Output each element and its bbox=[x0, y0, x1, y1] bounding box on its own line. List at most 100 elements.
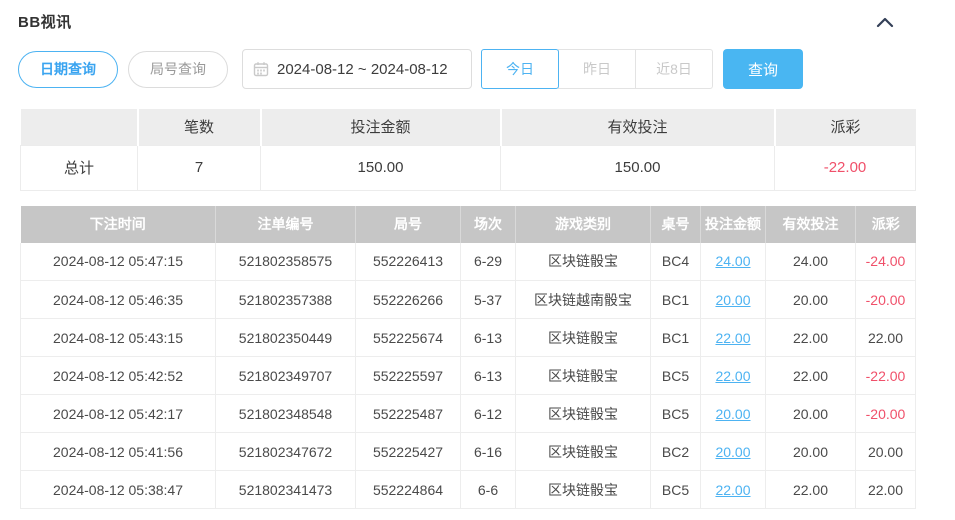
cell-table-id: BC5 bbox=[651, 357, 701, 395]
header-valid-bet: 有效投注 bbox=[766, 206, 856, 243]
cell-round-id: 552226266 bbox=[356, 281, 461, 319]
cell-order-id: 521802348548 bbox=[216, 395, 356, 433]
summary-table: 笔数 投注金额 有效投注 派彩 总计 7 150.00 150.00 -22.0… bbox=[20, 109, 916, 191]
bet-amount-link[interactable]: 20.00 bbox=[715, 444, 750, 460]
table-row: 2024-08-12 05:46:35521802357388552226266… bbox=[21, 281, 916, 319]
cell-round-id: 552225674 bbox=[356, 319, 461, 357]
cell-valid-bet: 22.00 bbox=[766, 319, 856, 357]
cell-bet-amount: 20.00 bbox=[701, 281, 766, 319]
cell-game-type: 区块链骰宝 bbox=[516, 243, 651, 281]
cell-valid-bet: 20.00 bbox=[766, 395, 856, 433]
cell-bet-amount: 22.00 bbox=[701, 319, 766, 357]
table-row: 2024-08-12 05:43:15521802350449552225674… bbox=[21, 319, 916, 357]
table-row: 2024-08-12 05:38:47521802341473552224864… bbox=[21, 471, 916, 509]
date-query-tab[interactable]: 日期查询 bbox=[18, 51, 118, 88]
cell-table-id: BC4 bbox=[651, 243, 701, 281]
search-button[interactable]: 查询 bbox=[723, 49, 803, 89]
cell-bet-amount: 20.00 bbox=[701, 433, 766, 471]
bet-records-table: 下注时间 注单编号 局号 场次 游戏类别 桌号 投注金额 有效投注 派彩 202… bbox=[20, 206, 916, 510]
summary-total-label: 总计 bbox=[21, 145, 138, 190]
cell-round-id: 552225427 bbox=[356, 433, 461, 471]
table-row: 2024-08-12 05:47:15521802358575552226413… bbox=[21, 243, 916, 281]
bet-amount-link[interactable]: 22.00 bbox=[715, 368, 750, 384]
summary-header-valid-bet: 有效投注 bbox=[501, 109, 775, 145]
cell-valid-bet: 22.00 bbox=[766, 357, 856, 395]
header-round-id: 局号 bbox=[356, 206, 461, 243]
cell-table-id: BC5 bbox=[651, 395, 701, 433]
cell-table-id: BC5 bbox=[651, 471, 701, 509]
filter-toolbar: 日期查询 局号查询 2024-08-12 ~ 2024-08-12 今日 bbox=[0, 38, 955, 90]
table-row: 2024-08-12 05:42:17521802348548552225487… bbox=[21, 395, 916, 433]
cell-game-type: 区块链骰宝 bbox=[516, 395, 651, 433]
cell-bet-time: 2024-08-12 05:42:52 bbox=[21, 357, 216, 395]
cell-payout: -24.00 bbox=[856, 243, 916, 281]
cell-order-id: 521802358575 bbox=[216, 243, 356, 281]
cell-game-type: 区块链骰宝 bbox=[516, 471, 651, 509]
calendar-icon bbox=[253, 61, 269, 77]
bet-amount-link[interactable]: 22.00 bbox=[715, 482, 750, 498]
cell-payout: 20.00 bbox=[856, 433, 916, 471]
cell-payout: -22.00 bbox=[856, 357, 916, 395]
header-session: 场次 bbox=[461, 206, 516, 243]
header-table-id: 桌号 bbox=[651, 206, 701, 243]
bet-records-body: 2024-08-12 05:47:15521802358575552226413… bbox=[21, 243, 916, 509]
summary-total-valid-bet: 150.00 bbox=[501, 145, 775, 190]
cell-round-id: 552226413 bbox=[356, 243, 461, 281]
summary-header-payout: 派彩 bbox=[775, 109, 916, 145]
cell-session: 6-13 bbox=[461, 357, 516, 395]
cell-bet-amount: 22.00 bbox=[701, 357, 766, 395]
cell-order-id: 521802341473 bbox=[216, 471, 356, 509]
cell-order-id: 521802347672 bbox=[216, 433, 356, 471]
cell-round-id: 552224864 bbox=[356, 471, 461, 509]
bet-amount-link[interactable]: 22.00 bbox=[715, 330, 750, 346]
summary-total-count: 7 bbox=[138, 145, 261, 190]
cell-payout: -20.00 bbox=[856, 395, 916, 433]
cell-valid-bet: 20.00 bbox=[766, 433, 856, 471]
date-range-input[interactable]: 2024-08-12 ~ 2024-08-12 bbox=[242, 49, 472, 89]
round-query-tab[interactable]: 局号查询 bbox=[128, 51, 228, 88]
bet-amount-link[interactable]: 20.00 bbox=[715, 292, 750, 308]
cell-bet-time: 2024-08-12 05:43:15 bbox=[21, 319, 216, 357]
cell-bet-amount: 24.00 bbox=[701, 243, 766, 281]
cell-session: 6-29 bbox=[461, 243, 516, 281]
summary-total-payout: -22.00 bbox=[775, 145, 916, 190]
bet-amount-link[interactable]: 20.00 bbox=[715, 406, 750, 422]
header-game-type: 游戏类别 bbox=[516, 206, 651, 243]
summary-header-row: 笔数 投注金额 有效投注 派彩 bbox=[21, 109, 916, 145]
cell-session: 6-12 bbox=[461, 395, 516, 433]
cell-order-id: 521802349707 bbox=[216, 357, 356, 395]
panel-header: BB视讯 bbox=[0, 0, 955, 38]
date-range-value: 2024-08-12 ~ 2024-08-12 bbox=[277, 61, 448, 78]
bb-video-records-panel: BB视讯 日期查询 局号查询 bbox=[0, 0, 955, 520]
cell-bet-amount: 22.00 bbox=[701, 471, 766, 509]
cell-session: 6-13 bbox=[461, 319, 516, 357]
cell-order-id: 521802350449 bbox=[216, 319, 356, 357]
collapse-button[interactable] bbox=[871, 12, 899, 32]
cell-session: 6-16 bbox=[461, 433, 516, 471]
header-bet-amount: 投注金额 bbox=[701, 206, 766, 243]
cell-bet-amount: 20.00 bbox=[701, 395, 766, 433]
header-bet-time: 下注时间 bbox=[21, 206, 216, 243]
cell-bet-time: 2024-08-12 05:46:35 bbox=[21, 281, 216, 319]
summary-total-row: 总计 7 150.00 150.00 -22.00 bbox=[21, 145, 916, 190]
quick-last8days-button[interactable]: 近8日 bbox=[635, 49, 713, 89]
summary-total-bet-amount: 150.00 bbox=[261, 145, 501, 190]
cell-game-type: 区块链骰宝 bbox=[516, 319, 651, 357]
quick-yesterday-button[interactable]: 昨日 bbox=[558, 49, 636, 89]
cell-valid-bet: 22.00 bbox=[766, 471, 856, 509]
quick-range-group: 今日 昨日 近8日 bbox=[481, 49, 713, 89]
header-payout: 派彩 bbox=[856, 206, 916, 243]
summary-header-count: 笔数 bbox=[138, 109, 261, 145]
cell-round-id: 552225597 bbox=[356, 357, 461, 395]
cell-bet-time: 2024-08-12 05:38:47 bbox=[21, 471, 216, 509]
bet-amount-link[interactable]: 24.00 bbox=[715, 253, 750, 269]
cell-bet-time: 2024-08-12 05:42:17 bbox=[21, 395, 216, 433]
cell-table-id: BC1 bbox=[651, 319, 701, 357]
cell-payout: 22.00 bbox=[856, 471, 916, 509]
cell-payout: -20.00 bbox=[856, 281, 916, 319]
cell-game-type: 区块链骰宝 bbox=[516, 357, 651, 395]
cell-table-id: BC2 bbox=[651, 433, 701, 471]
cell-valid-bet: 24.00 bbox=[766, 243, 856, 281]
cell-session: 6-6 bbox=[461, 471, 516, 509]
quick-today-button[interactable]: 今日 bbox=[481, 49, 559, 89]
